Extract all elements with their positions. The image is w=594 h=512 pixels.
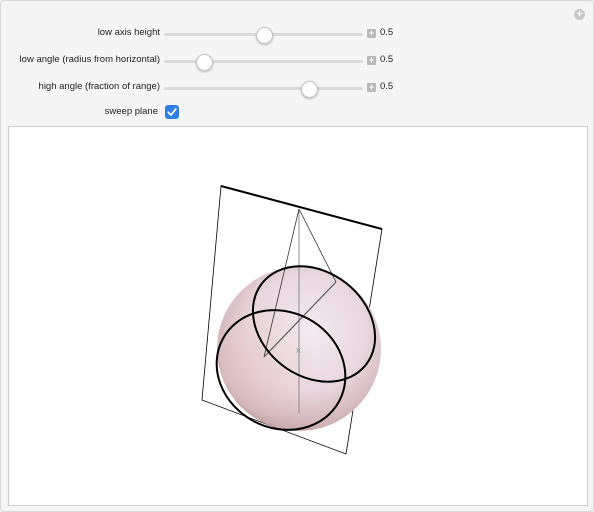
sweep-plane-checkbox[interactable]	[165, 105, 179, 119]
plus-circle-icon[interactable]: +	[574, 9, 585, 20]
plus-square-icon[interactable]: +	[367, 83, 376, 92]
graphics-3d-viewport[interactable]: ×	[8, 126, 588, 506]
slider-track[interactable]	[164, 54, 363, 71]
demo-panel: + low axis height + 0.5 low angle (radiu…	[0, 0, 594, 512]
slider-label: low axis height	[97, 27, 160, 38]
slider-track[interactable]	[164, 27, 363, 44]
slider-label: low angle (radius from horizontal)	[19, 54, 160, 65]
slider-thumb[interactable]	[255, 27, 273, 44]
slider-row-low-axis-height: low axis height + 0.5	[1, 24, 594, 44]
slider-row-high-angle: high angle (fraction of range) + 0.5	[1, 78, 594, 98]
slider-value: 0.5	[380, 81, 394, 92]
slider-label: high angle (fraction of range)	[38, 81, 160, 92]
slider-thumb[interactable]	[195, 54, 213, 71]
sweep-plane-label: sweep plane	[104, 106, 158, 117]
slider-value: 0.5	[380, 27, 394, 38]
plus-square-icon[interactable]: +	[367, 56, 376, 65]
slider-row-low-angle: low angle (radius from horizontal) + 0.5	[1, 51, 594, 71]
slider-value: 0.5	[380, 54, 394, 65]
checkmark-icon	[167, 108, 177, 116]
center-mark: ×	[295, 346, 302, 355]
plus-square-icon[interactable]: +	[367, 29, 376, 38]
slider-thumb[interactable]	[301, 81, 319, 98]
sphere-plane-figure: ×	[201, 185, 383, 455]
plane-top-edge	[220, 185, 383, 230]
slider-track[interactable]	[164, 81, 363, 98]
